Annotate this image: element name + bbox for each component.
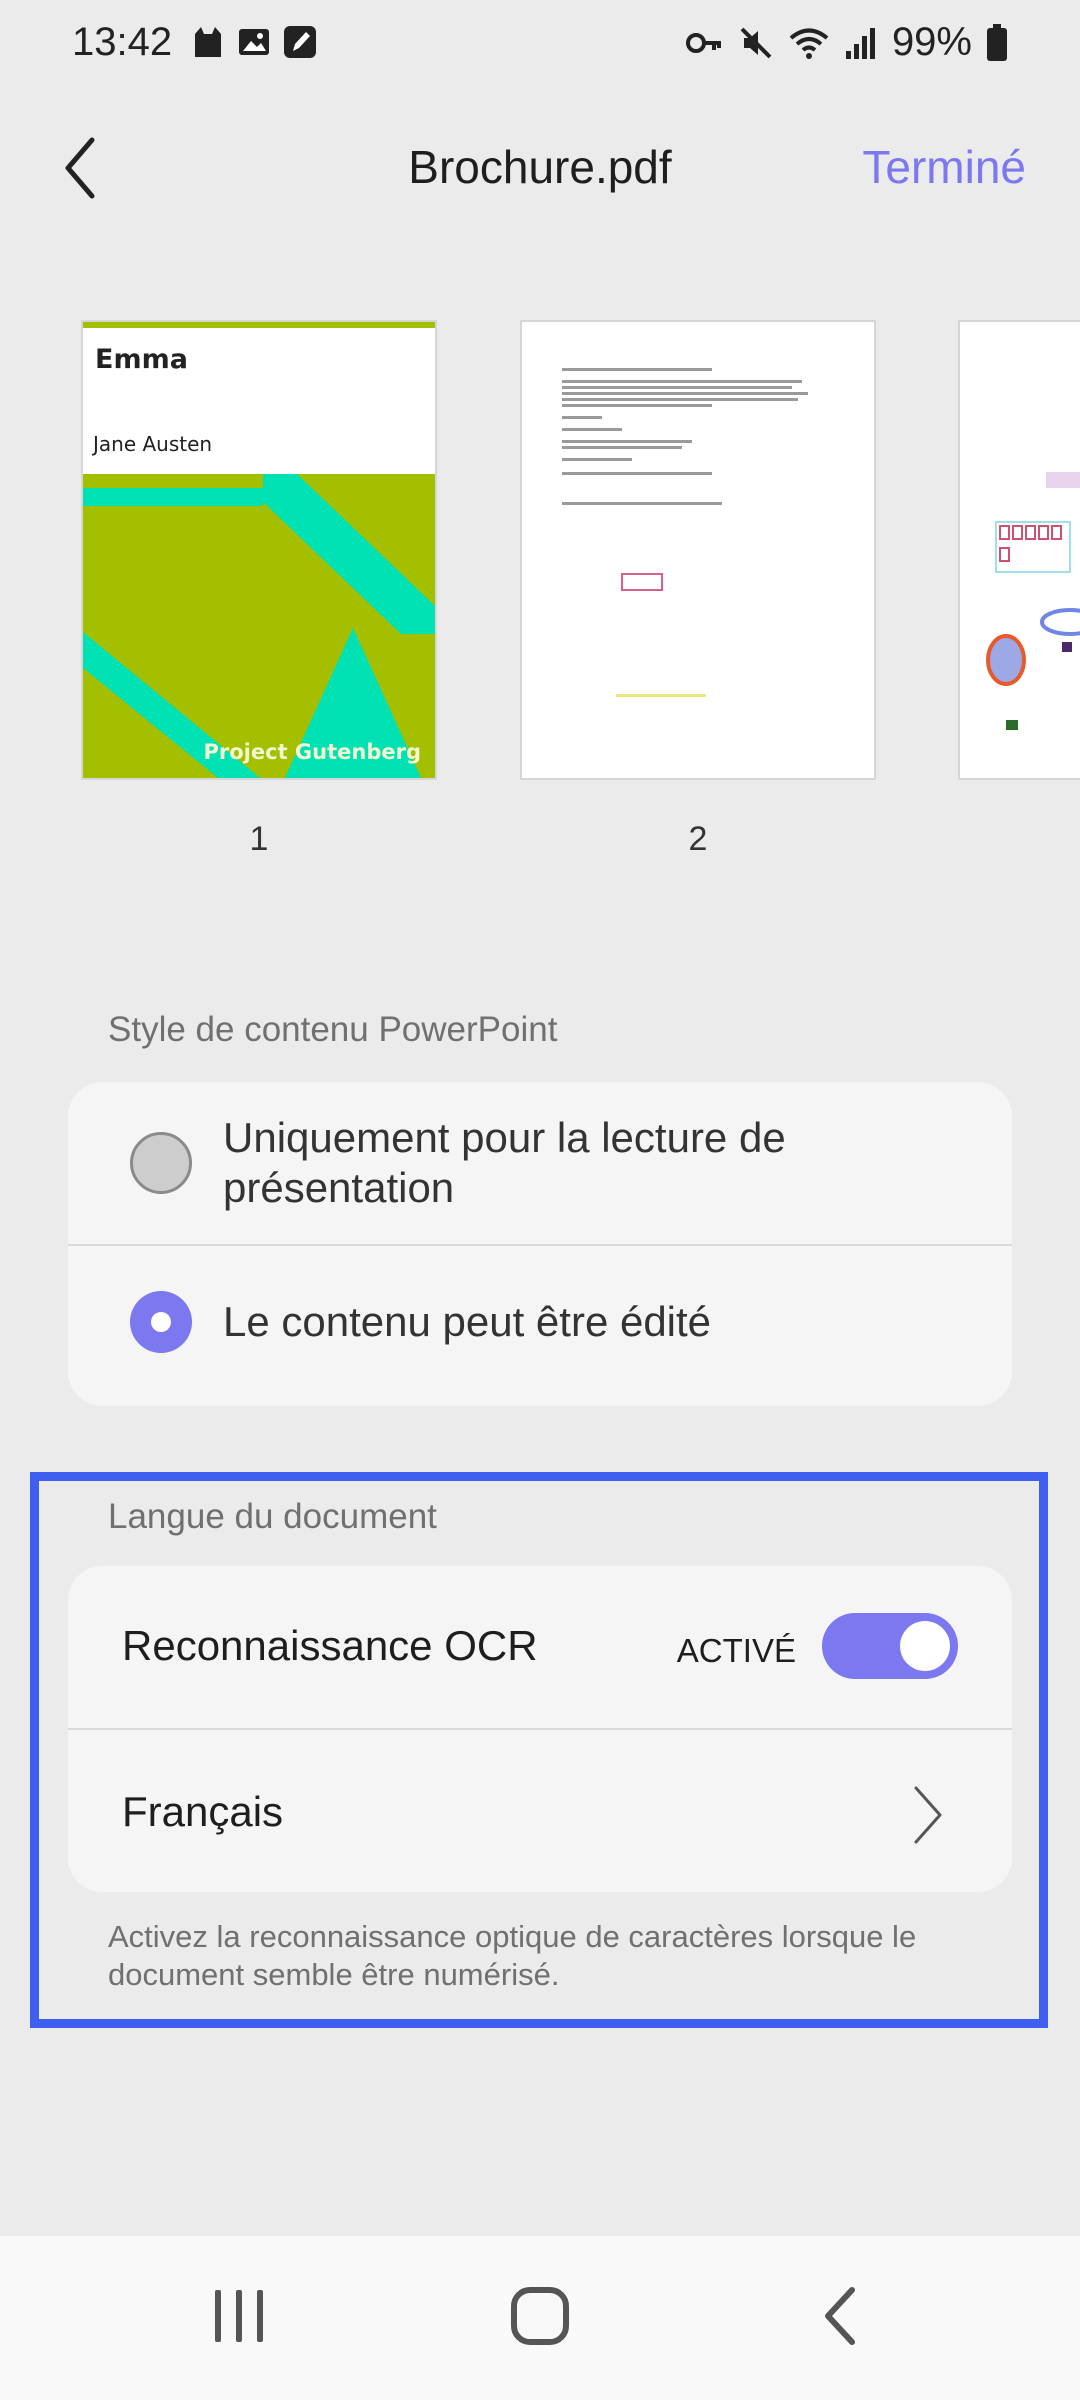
page-thumbnail-2[interactable] <box>520 320 876 780</box>
battery-percent: 99% <box>891 20 972 64</box>
option-read-only[interactable]: Uniquement pour la lecture de présentati… <box>68 1082 1012 1244</box>
cover-illustration <box>83 474 435 778</box>
toggle-knob <box>900 1621 950 1671</box>
page-number: 2 <box>688 820 708 858</box>
recent-apps-icon[interactable] <box>194 2276 284 2356</box>
ocr-row[interactable]: Reconnaissance OCR ACTIVÉ <box>68 1566 1012 1728</box>
cover-top-band <box>83 322 435 328</box>
cover-author: Jane Austen <box>93 432 213 456</box>
option-label: Uniquement pour la lecture de présentati… <box>223 1114 786 1211</box>
done-button[interactable]: Terminé <box>862 140 1026 194</box>
cover-title: Emma <box>95 344 188 375</box>
back-button[interactable] <box>52 128 112 208</box>
ocr-label: Reconnaissance OCR <box>122 1622 538 1669</box>
pen-icon <box>284 26 316 58</box>
page-thumbnail-3[interactable] <box>958 320 1080 780</box>
option-editable[interactable]: Le contenu peut être édité <box>68 1246 1012 1406</box>
back-nav-icon[interactable] <box>796 2276 886 2356</box>
section-label-document-language: Langue du document <box>108 1497 437 1536</box>
battery-icon <box>987 23 1007 61</box>
key-icon <box>685 32 721 53</box>
mute-icon <box>740 27 772 58</box>
ocr-hint: Activez la reconnaissance optique de car… <box>108 1919 917 1992</box>
cover-pattern <box>83 474 435 778</box>
page-text-preview <box>562 368 808 697</box>
option-label: Le contenu peut être édité <box>223 1298 712 1345</box>
radio-editable[interactable] <box>130 1291 192 1353</box>
cat-icon <box>195 27 221 57</box>
wifi-icon <box>789 28 829 59</box>
page-thumbnail-1[interactable]: Emma Jane Austen Project Gutenberg <box>81 320 437 780</box>
navigation-bar <box>0 2236 1080 2400</box>
ocr-state: ACTIVÉ <box>676 1632 796 1669</box>
section-label-powerpoint-style: Style de contenu PowerPoint <box>108 1010 558 1049</box>
page-diagram-preview <box>986 472 1080 730</box>
image-icon <box>239 29 269 55</box>
signal-icon <box>845 27 875 59</box>
status-time: 13:42 <box>72 20 173 64</box>
language-label: Français <box>122 1788 284 1835</box>
radio-read-only[interactable] <box>130 1132 192 1194</box>
powerpoint-style-card: Uniquement pour la lecture de présentati… <box>68 1082 1012 1406</box>
language-row[interactable]: Français <box>68 1730 1012 1892</box>
ocr-toggle[interactable] <box>822 1613 958 1679</box>
chevron-right-icon <box>914 1786 942 1844</box>
page-number: 1 <box>249 820 269 858</box>
home-icon[interactable] <box>495 2276 585 2356</box>
system-status: 99% <box>684 20 1008 65</box>
document-language-card: Reconnaissance OCR ACTIVÉ Français <box>68 1566 1012 1892</box>
status-bar: 13:42 99% <box>0 0 1080 90</box>
page-thumbnails: Emma Jane Austen Project Gutenberg 1 2 <box>0 320 1080 880</box>
cover-publisher: Project Gutenberg <box>203 740 422 764</box>
